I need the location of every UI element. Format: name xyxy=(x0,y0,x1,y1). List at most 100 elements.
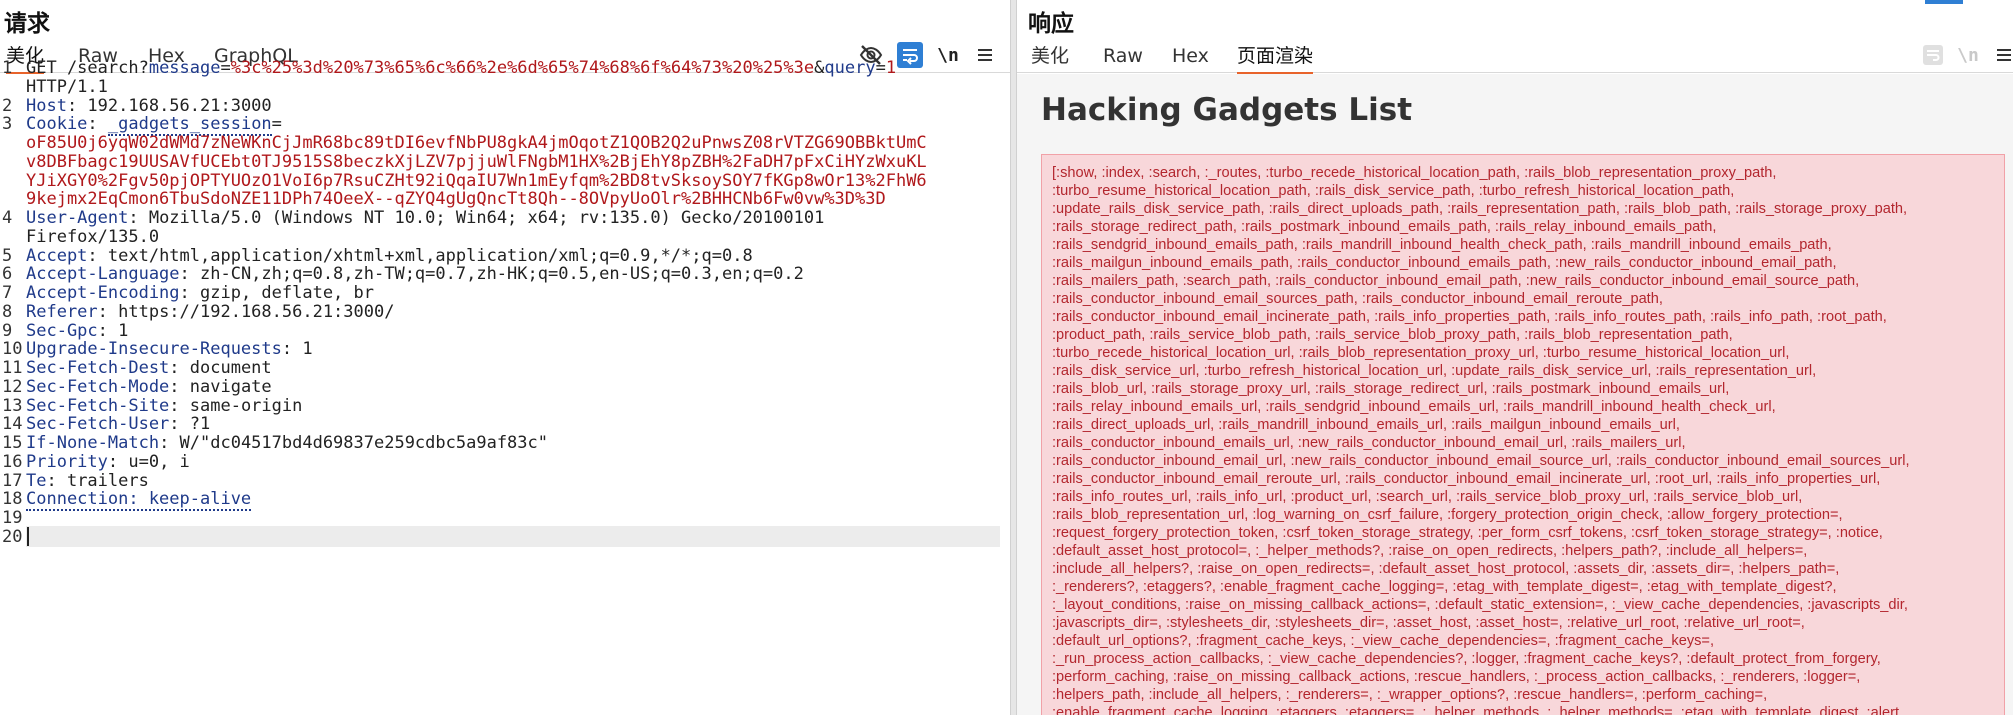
code-token: Sec-Gpc xyxy=(26,320,98,341)
code-token: : 1 xyxy=(281,339,313,360)
request-title: 请求 xyxy=(4,11,50,37)
code-token: : https://192.168.56.21:3000/ xyxy=(97,301,395,322)
line-number: 11 xyxy=(2,358,23,378)
code-token: Host xyxy=(26,95,67,116)
line-number: 15 xyxy=(2,433,23,453)
code-token: Referer xyxy=(26,301,98,322)
code-token: User-Agent xyxy=(26,208,129,228)
code-line: Sec-Gpc: 1 xyxy=(26,321,1000,341)
code-token: & xyxy=(814,58,825,78)
code-token: : u=0, i xyxy=(107,451,190,472)
alert-line: :rails_conductor_inbound_email_sources_p… xyxy=(1052,291,1663,307)
line-number: 9 xyxy=(2,320,13,341)
line-number: 18 xyxy=(2,489,23,510)
alert-line: :rails_conductor_inbound_email_incinerat… xyxy=(1052,309,1887,325)
tab-pretty[interactable]: 美化 xyxy=(1031,44,1069,72)
alert-line: :update_rails_disk_service_path, :rails_… xyxy=(1052,201,1908,217)
show-newlines-icon[interactable]: \n xyxy=(1955,42,1981,68)
code-token: : W/"dc04517bd4d69837e259cdbc5a9af83c" xyxy=(159,433,548,453)
alert-line: :default_url_options?, :fragment_cache_k… xyxy=(1052,633,1715,649)
current-line-highlight xyxy=(26,525,1000,547)
alert-line: :rails_disk_service_url, :turbo_refresh_… xyxy=(1052,363,1817,379)
code-token: : text/html,application/xhtml+xml,applic… xyxy=(87,245,753,266)
code-token: If-None-Match xyxy=(26,433,160,453)
request-editor[interactable]: 1 GET /search?message=%3c%25%3d%20%73%65%… xyxy=(0,58,1010,715)
line-number: 6 xyxy=(2,264,13,285)
code-line: Accept-Encoding: gzip, deflate, br xyxy=(26,283,1000,303)
code-token: : zh-CN,zh;q=0.8,zh-TW;q=0.7,zh-HK;q=0.5… xyxy=(179,264,804,285)
code-line: HTTP/1.1 xyxy=(26,77,1000,97)
rendered-page: Hacking Gadgets List [:show, :index, :se… xyxy=(1017,74,2013,715)
line-number: 1 xyxy=(2,58,13,78)
code-line: User-Agent: Mozilla/5.0 (Windows NT 10.0… xyxy=(26,208,1000,228)
code-line: Upgrade-Insecure-Requests: 1 xyxy=(26,339,1000,359)
code-token: : Mozilla/5.0 (Windows NT 10.0; Win64; x… xyxy=(128,208,825,228)
code-token: oF85U0j6yqW02dWMd7zNeWKnCjJmR68bc89tDI6e… xyxy=(26,133,927,153)
alert-line: :rails_mailers_path, :search_path, :rail… xyxy=(1052,273,1860,289)
alert-line: :rails_blob_representation_url, :log_war… xyxy=(1052,507,1843,523)
alert-line: :rails_relay_inbound_emails_url, :rails_… xyxy=(1052,399,1776,415)
code-line: Sec-Fetch-Dest: document xyxy=(26,358,1000,378)
alert-line: :helpers_path, :include_all_helpers, :_r… xyxy=(1052,687,1768,703)
tab-raw[interactable]: Raw xyxy=(1103,44,1143,72)
code-token: query xyxy=(824,58,876,78)
code-token: message xyxy=(148,58,221,78)
code-token: Accept xyxy=(26,245,88,266)
alert-line: :enable_fragment_cache_logging, :etagger… xyxy=(1052,705,1900,715)
code-token: : gzip, deflate, br xyxy=(179,283,374,303)
code-line: Te: trailers xyxy=(26,471,1000,491)
code-token: : navigate xyxy=(169,376,272,397)
request-pane: 请求 美化 Raw Hex GraphQL \n 1 GET /search?me… xyxy=(0,0,1010,715)
code-line: Sec-Fetch-Mode: navigate xyxy=(26,377,1000,397)
line-number: 5 xyxy=(2,245,13,266)
code-line: Referer: https://192.168.56.21:3000/ xyxy=(26,302,1000,322)
alert-line: :rails_info_routes_url, :rails_info_url,… xyxy=(1052,489,1803,505)
code-token: = xyxy=(220,58,231,78)
code-token: Priority xyxy=(26,451,108,472)
code-token: Sec-Fetch-User xyxy=(26,414,170,435)
line-number: 17 xyxy=(2,470,23,491)
line-number: 12 xyxy=(2,376,23,397)
code-token: Te xyxy=(26,470,47,491)
tab-render[interactable]: 页面渲染 xyxy=(1237,44,1314,74)
alert-line: :perform_caching, :raise_on_missing_call… xyxy=(1052,669,1861,685)
alert-line: :rails_direct_uploads_url, :rails_mandri… xyxy=(1052,417,1680,433)
code-token: 9kejmx2EqCmon6TbuSdoNZE11DPh74OeeX--qZYQ… xyxy=(26,189,886,210)
alert-line: :turbo_recede_historical_location_url, :… xyxy=(1052,345,1790,361)
code-token: Cookie xyxy=(26,114,88,135)
response-title: 响应 xyxy=(1028,11,1074,37)
code-token: Firefox/135.0 xyxy=(26,226,160,247)
menu-icon[interactable] xyxy=(1991,42,2013,68)
code-token: = xyxy=(271,114,282,135)
line-number: 10 xyxy=(2,339,23,360)
alert-line: :default_asset_host_protocol=, :_helper_… xyxy=(1052,543,1808,559)
line-number: 16 xyxy=(2,451,23,472)
code-line: Connection: keep-alive xyxy=(26,489,1000,512)
code-line: Accept-Language: zh-CN,zh;q=0.8,zh-TW;q=… xyxy=(26,264,1000,284)
alert-line: :rails_blob_url, :rails_storage_proxy_ur… xyxy=(1052,381,1730,397)
wrap-lines-icon[interactable] xyxy=(1920,42,1946,68)
code-line: Cookie: _gadgets_session= xyxy=(26,114,1000,137)
code-token: Sec-Fetch-Mode xyxy=(26,376,170,397)
alert-line: :rails_mailgun_inbound_emails_path, :rai… xyxy=(1052,255,1837,271)
line-number: 3 xyxy=(2,114,13,135)
code-line: Host: 192.168.56.21:3000 xyxy=(26,96,1000,116)
pane-divider[interactable] xyxy=(1010,0,1017,715)
code-token: Sec-Fetch-Site xyxy=(26,395,170,416)
code-token: Accept-Encoding xyxy=(26,283,180,303)
tab-hex[interactable]: Hex xyxy=(1172,44,1209,72)
code-token: Upgrade-Insecure-Requests xyxy=(26,339,282,360)
code-line: Priority: u=0, i xyxy=(26,452,1000,472)
line-number: 13 xyxy=(2,395,23,416)
line-number: 8 xyxy=(2,301,13,322)
alert-line: :request_forgery_protection_token, :csrf… xyxy=(1052,525,1883,541)
code-line: 9kejmx2EqCmon6TbuSdoNZE11DPh74OeeX--qZYQ… xyxy=(26,189,1000,209)
code-line: oF85U0j6yqW02dWMd7zNeWKnCjJmR68bc89tDI6e… xyxy=(26,133,1000,153)
code-line: Firefox/135.0 xyxy=(26,227,1000,247)
scroll-indicator xyxy=(1925,0,1963,4)
code-token: YJiXGY0%2Fgv50pjOPTYUOzO1VoI6p7RsuCZHt92… xyxy=(26,170,927,191)
line-number: 19 xyxy=(2,508,23,528)
line-number: 20 xyxy=(2,526,23,547)
code-token: GET /search? xyxy=(26,58,149,78)
line-number: 7 xyxy=(2,283,13,303)
